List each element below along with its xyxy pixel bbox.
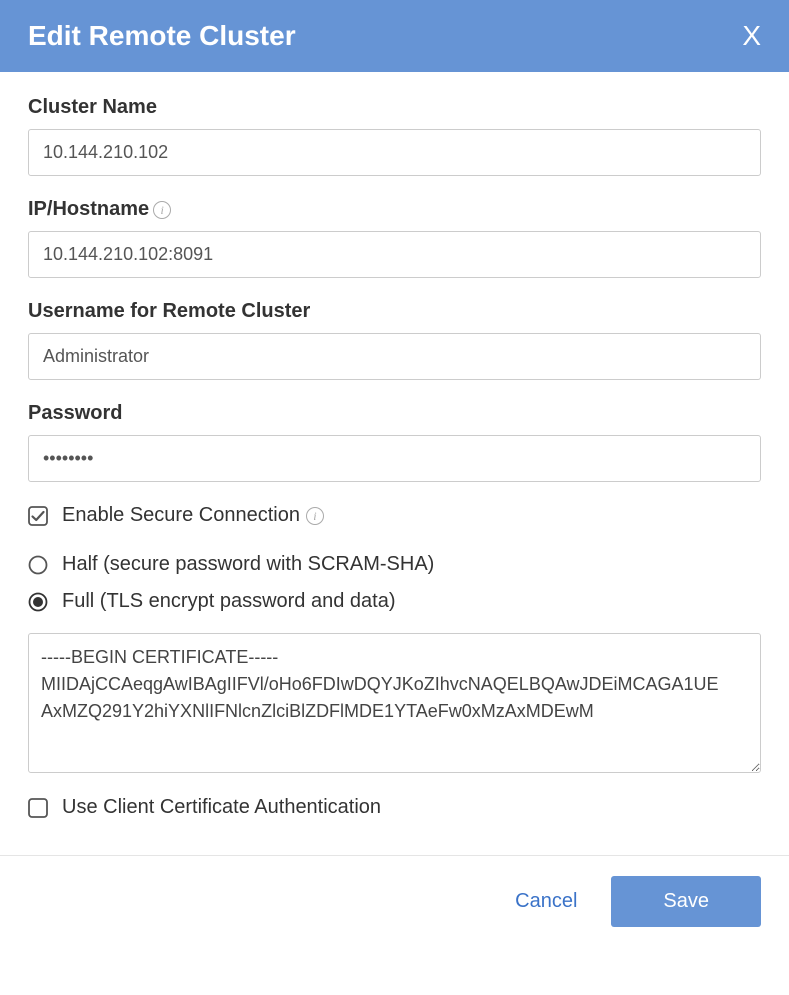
password-input[interactable] [28, 435, 761, 482]
info-icon[interactable]: i [153, 201, 171, 219]
password-group: Password [28, 402, 761, 482]
secure-half-row[interactable]: Half (secure password with SCRAM-SHA) [28, 553, 761, 576]
enable-secure-row[interactable]: Enable Secure Connection i [28, 504, 761, 527]
enable-secure-label: Enable Secure Connection [62, 504, 300, 527]
hostname-label-text: IP/Hostname [28, 198, 149, 221]
save-button[interactable]: Save [611, 876, 761, 927]
dialog-header: Edit Remote Cluster X [0, 0, 789, 72]
dialog-title: Edit Remote Cluster [28, 20, 296, 52]
client-cert-row[interactable]: Use Client Certificate Authentication [28, 796, 761, 819]
cluster-name-group: Cluster Name [28, 96, 761, 176]
cancel-button[interactable]: Cancel [509, 889, 583, 914]
cluster-name-input[interactable] [28, 129, 761, 176]
secure-full-radio[interactable] [28, 592, 48, 612]
secure-mode-radio-group: Half (secure password with SCRAM-SHA) Fu… [28, 553, 761, 613]
edit-remote-cluster-dialog: Edit Remote Cluster X Cluster Name IP/Ho… [0, 0, 789, 951]
close-button[interactable]: X [742, 22, 761, 50]
secure-full-row[interactable]: Full (TLS encrypt password and data) [28, 590, 761, 613]
password-label: Password [28, 402, 761, 425]
secure-full-label: Full (TLS encrypt password and data) [62, 590, 396, 613]
dialog-footer: Cancel Save [0, 855, 789, 951]
enable-secure-checkbox[interactable] [28, 506, 48, 526]
client-cert-checkbox[interactable] [28, 798, 48, 818]
secure-half-radio[interactable] [28, 555, 48, 575]
client-cert-label: Use Client Certificate Authentication [62, 796, 381, 819]
hostname-label: IP/Hostname i [28, 198, 761, 221]
hostname-group: IP/Hostname i [28, 198, 761, 278]
dialog-body: Cluster Name IP/Hostname i Username for … [0, 72, 789, 855]
secure-connection-section: Enable Secure Connection i Half (secure … [28, 504, 761, 819]
info-icon[interactable]: i [306, 507, 324, 525]
username-input[interactable] [28, 333, 761, 380]
secure-half-label: Half (secure password with SCRAM-SHA) [62, 553, 434, 576]
cluster-name-label: Cluster Name [28, 96, 761, 119]
certificate-textarea[interactable] [28, 633, 761, 773]
hostname-input[interactable] [28, 231, 761, 278]
username-label: Username for Remote Cluster [28, 300, 761, 323]
username-group: Username for Remote Cluster [28, 300, 761, 380]
